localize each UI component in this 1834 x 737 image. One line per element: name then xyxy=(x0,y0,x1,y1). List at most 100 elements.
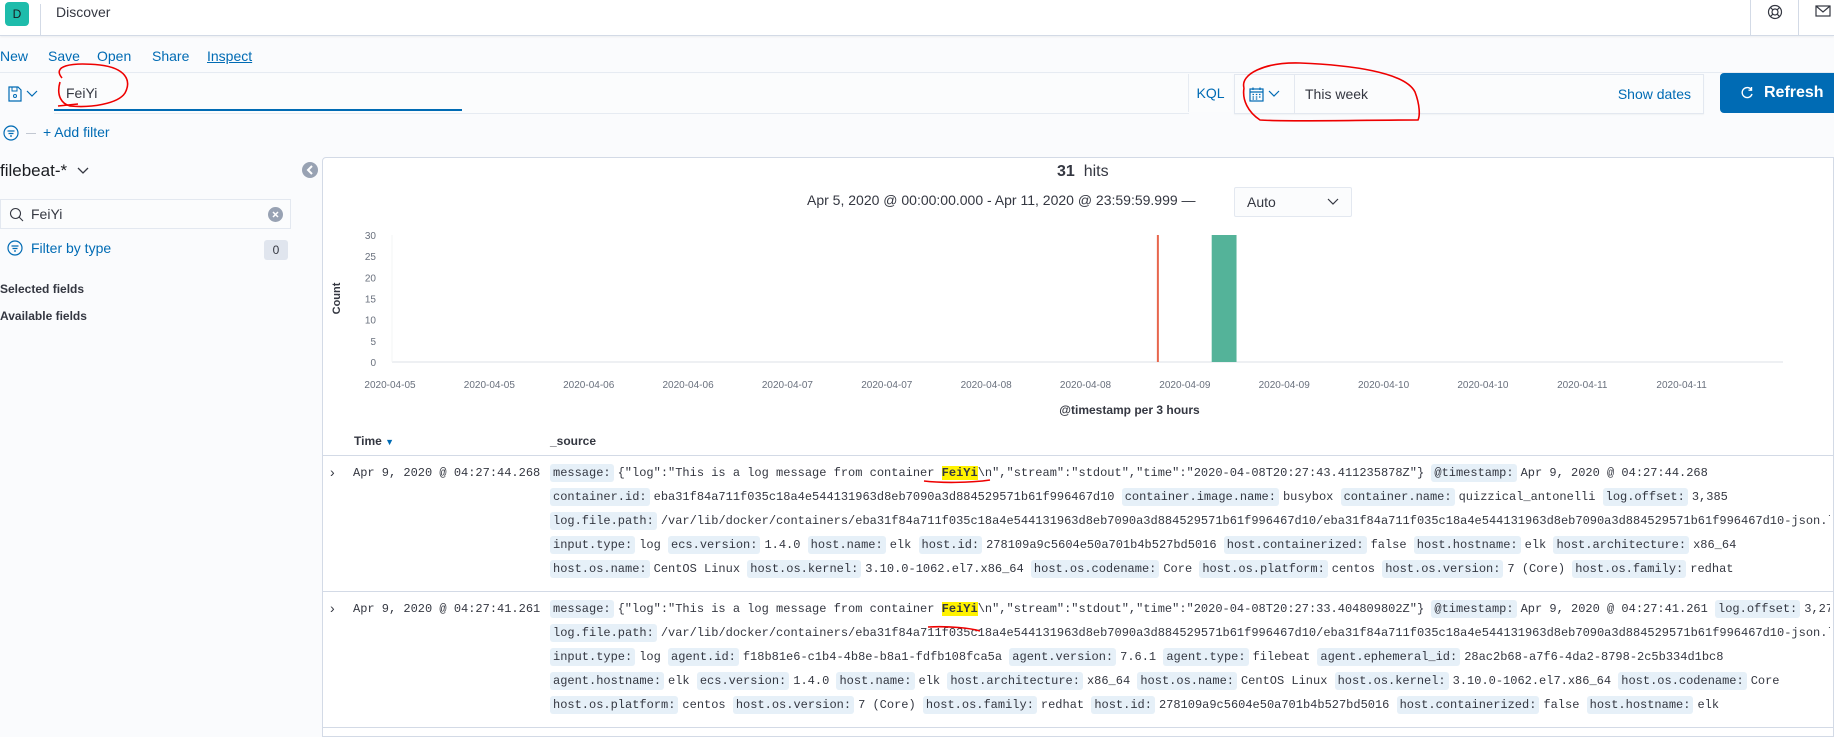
field-value: x86_64 xyxy=(1693,538,1737,552)
field-pair: host.os.codename: Core xyxy=(1618,672,1780,690)
menu-inspect[interactable]: Inspect xyxy=(207,48,252,64)
menu-share[interactable]: Share xyxy=(152,48,189,64)
field-value: elk xyxy=(918,674,941,688)
space-avatar[interactable]: D xyxy=(5,2,29,26)
news-button[interactable] xyxy=(1798,0,1834,36)
date-range-value[interactable]: This week xyxy=(1305,86,1368,102)
menu-save[interactable]: Save xyxy=(48,48,80,64)
field-pair: container.name: quizzical_antonelli xyxy=(1340,488,1595,506)
column-header-time[interactable]: Time ▼ xyxy=(354,434,394,448)
x-axis-label: @timestamp per 3 hours xyxy=(1059,403,1200,417)
quick-select-button[interactable] xyxy=(1235,75,1295,113)
field-key: host.os.version: xyxy=(732,696,855,714)
add-filter-button[interactable]: + Add filter xyxy=(43,124,110,140)
filter-divider xyxy=(26,133,36,134)
field-value: 3,272 xyxy=(1804,602,1830,616)
field-pair: log.file.path:/var/lib/docker/containers… xyxy=(550,624,1830,642)
field-value: eba31f84a711f035c18a4e544131963d8eb7090a… xyxy=(653,490,1115,504)
field-value: \n","stream":"stdout","time":"2020-04-08… xyxy=(977,466,1425,480)
field-pair: @timestamp: Apr 9, 2020 @ 04:27:44.268 xyxy=(1431,464,1708,482)
refresh-button[interactable]: Refresh xyxy=(1720,73,1834,113)
field-value: Apr 9, 2020 @ 04:27:41.261 xyxy=(1520,602,1708,616)
field-value: Core xyxy=(1750,674,1780,688)
field-value: log xyxy=(639,538,661,552)
field-value: 3.10.0-1062.el7.x86_64 xyxy=(865,562,1024,576)
field-key: input.type: xyxy=(550,648,636,666)
field-key: host.containerized: xyxy=(1223,536,1367,554)
filter-by-type-button[interactable]: Filter by type xyxy=(7,240,111,256)
expand-row-icon[interactable]: › xyxy=(330,600,335,616)
field-pair: agent.id: f18b81e6-c1b4-4b8e-b8a1-fdfb108… xyxy=(668,648,1002,666)
field-key: host.os.version: xyxy=(1382,560,1504,578)
field-key: log.offset: xyxy=(1602,488,1688,506)
field-value: log xyxy=(639,650,661,664)
help-button[interactable] xyxy=(1750,0,1798,36)
field-pair: host.hostname: elk xyxy=(1586,696,1719,714)
index-pattern-name: filebeat-* xyxy=(0,161,68,180)
field-value: /var/lib/docker/containers/eba31f84a711f… xyxy=(660,626,1830,640)
sort-down-icon[interactable]: ▼ xyxy=(385,437,394,447)
query-input[interactable] xyxy=(54,74,1189,112)
query-input-container xyxy=(54,74,1189,114)
field-pair: agent.type: filebeat xyxy=(1163,648,1311,666)
field-value: 7 (Core) xyxy=(1507,562,1566,576)
x-tick-label: 2020-04-07 xyxy=(861,380,913,391)
field-key: host.os.codename: xyxy=(1030,560,1160,578)
x-tick-label: 2020-04-08 xyxy=(961,380,1013,391)
y-tick-label: 30 xyxy=(365,231,377,242)
field-value: busybox xyxy=(1282,490,1334,504)
index-pattern-selector[interactable]: filebeat-* xyxy=(0,161,89,181)
y-tick-label: 15 xyxy=(365,295,377,306)
query-language-toggle[interactable]: KQL xyxy=(1188,74,1232,112)
field-search-input[interactable] xyxy=(31,200,251,228)
field-value: false xyxy=(1370,538,1407,552)
field-value: redhat xyxy=(1690,562,1734,576)
field-pair: log.offset:3,272 xyxy=(1715,600,1830,618)
saved-query-button[interactable] xyxy=(8,84,48,104)
calendar-icon xyxy=(1249,87,1264,102)
chevron-down-icon xyxy=(1268,90,1280,97)
expand-row-icon[interactable]: › xyxy=(330,464,335,480)
histogram-chart: 0 5 10 15 20 25 30 2020-04-05 2020-04-05 2020-04… xyxy=(331,231,1783,417)
source-line: input.type: log ecs.version: 1.4.0 host.na… xyxy=(550,533,1830,557)
header-divider xyxy=(40,4,41,36)
filter-icon xyxy=(7,240,23,256)
collapse-sidebar-button[interactable] xyxy=(302,162,318,178)
field-value: 7.6.1 xyxy=(1120,650,1157,664)
x-tick-label: 2020-04-07 xyxy=(762,380,814,391)
field-value: filebeat xyxy=(1252,650,1311,664)
chevron-down-icon xyxy=(1327,198,1339,205)
field-key: host.hostname: xyxy=(1586,696,1694,714)
field-value: 278109a9c5604e50a701b4b527bd5016 xyxy=(1158,698,1390,712)
chevron-down-icon xyxy=(77,167,89,174)
source-line: host.os.name: CentOS Linux host.os.kernel… xyxy=(550,557,1830,581)
field-key: agent.type: xyxy=(1163,648,1249,666)
doc-table-header: Time ▼ _source xyxy=(322,426,1834,456)
menu-open[interactable]: Open xyxy=(97,48,131,64)
x-tick-label: 2020-04-11 xyxy=(1656,380,1707,391)
field-key: container.id: xyxy=(550,488,650,506)
source-line: message: {"log":"This is a log message fr… xyxy=(550,461,1830,485)
refresh-icon xyxy=(1741,86,1753,99)
field-pair: container.image.name: busybox xyxy=(1121,488,1334,506)
source-line: log.file.path:/var/lib/docker/containers… xyxy=(550,509,1830,533)
show-dates-button[interactable]: Show dates xyxy=(1618,86,1691,102)
field-pair: container.id: eba31f84a711f035c18a4e54413… xyxy=(550,488,1115,506)
filter-options-button[interactable] xyxy=(3,125,19,146)
field-key: host.os.name: xyxy=(1137,672,1237,690)
field-value: redhat xyxy=(1040,698,1085,712)
clear-search-button[interactable] xyxy=(268,207,283,222)
field-pair: log.offset: 3,385 xyxy=(1602,488,1728,506)
field-pair: host.containerized: false xyxy=(1396,696,1579,714)
field-pair: host.name: elk xyxy=(836,672,941,690)
field-pair: host.architecture: x86_64 xyxy=(947,672,1130,690)
histogram-bar[interactable] xyxy=(1211,235,1237,362)
menu-new[interactable]: New xyxy=(0,48,28,64)
field-value: elk xyxy=(668,674,690,688)
source-line: host.os.platform: centos host.os.version:… xyxy=(550,693,1830,717)
search-icon xyxy=(9,207,24,222)
field-pair: input.type: log xyxy=(550,648,661,666)
interval-select[interactable]: Auto xyxy=(1234,187,1352,217)
filter-by-type-label: Filter by type xyxy=(31,240,112,256)
x-tick-label: 2020-04-10 xyxy=(1358,380,1410,391)
